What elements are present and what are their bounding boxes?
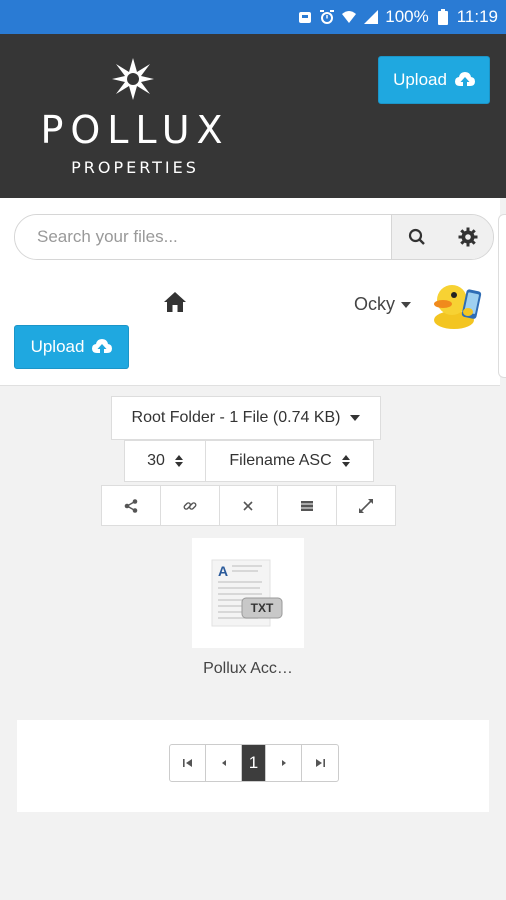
- sort-value: Filename ASC: [229, 452, 332, 469]
- toolbar-panel: Ocky Upload: [0, 198, 500, 386]
- first-page-icon: [182, 759, 192, 767]
- file-thumbnail[interactable]: A TXT: [192, 538, 304, 648]
- sort-arrows-icon: [341, 455, 350, 467]
- link-button[interactable]: [161, 486, 220, 525]
- upload-label: Upload: [30, 337, 85, 356]
- search-input[interactable]: [15, 215, 391, 259]
- delete-button[interactable]: [220, 486, 279, 525]
- link-icon: [183, 501, 197, 510]
- pagination: 1: [169, 744, 339, 782]
- txt-file-icon: A: [211, 559, 283, 627]
- folder-select[interactable]: Root Folder - 1 File (0.74 KB): [111, 396, 381, 440]
- next-page-button[interactable]: [266, 745, 302, 781]
- chevron-down-icon: [401, 301, 412, 308]
- side-drawer-edge[interactable]: [498, 214, 506, 378]
- fullscreen-button[interactable]: [337, 486, 395, 525]
- user-name: Ocky: [354, 294, 396, 314]
- sort-arrows-icon: [174, 455, 183, 467]
- chevron-down-icon: [350, 415, 361, 421]
- clock: 11:19: [456, 7, 498, 26]
- last-page-button[interactable]: [302, 745, 338, 781]
- chevron-left-icon: [221, 760, 226, 766]
- close-icon: [243, 500, 254, 511]
- file-type-badge: TXT: [250, 601, 274, 615]
- share-icon: [124, 498, 138, 513]
- avatar[interactable]: [430, 282, 484, 330]
- alarm-icon: [319, 9, 335, 25]
- first-page-button[interactable]: [170, 745, 206, 781]
- list-view-button[interactable]: [278, 486, 338, 525]
- user-menu[interactable]: Ocky: [354, 294, 412, 315]
- search-icon[interactable]: [405, 225, 429, 249]
- notification-icon: [297, 9, 313, 25]
- expand-icon: [359, 498, 374, 513]
- prev-page-button[interactable]: [206, 745, 242, 781]
- header-upload-button[interactable]: Upload: [378, 56, 490, 104]
- chevron-right-icon: [281, 760, 286, 766]
- pagination-panel: 1: [17, 720, 489, 812]
- battery-percent: 100%: [385, 7, 429, 26]
- home-icon[interactable]: [163, 290, 187, 314]
- share-button[interactable]: [102, 486, 161, 525]
- signal-icon: [363, 9, 379, 25]
- file-action-toolbar: [101, 485, 396, 526]
- search-bar: [14, 214, 494, 260]
- toolbar-upload-button[interactable]: Upload: [14, 325, 129, 369]
- gear-icon[interactable]: [456, 225, 480, 249]
- battery-icon: [435, 9, 451, 25]
- logo-name: POLLUX: [40, 108, 230, 152]
- upload-label: Upload: [393, 70, 447, 89]
- app-header: POLLUX PROPERTIES Upload: [0, 34, 506, 198]
- sort-select[interactable]: Filename ASC: [205, 440, 374, 482]
- star-logo-icon: [112, 58, 154, 100]
- svg-text:A: A: [218, 563, 228, 579]
- pollux-logo[interactable]: POLLUX PROPERTIES: [30, 58, 240, 178]
- list-icon: [301, 500, 314, 511]
- status-bar: 100% 11:19: [0, 0, 506, 34]
- search-actions: [391, 215, 493, 259]
- per-page-value: 30: [147, 452, 165, 469]
- per-page-select[interactable]: 30: [124, 440, 206, 482]
- cloud-upload-icon: [92, 339, 113, 353]
- last-page-icon: [316, 759, 325, 767]
- wifi-icon: [341, 9, 357, 25]
- folder-label: Root Folder - 1 File (0.74 KB): [131, 409, 341, 426]
- current-page[interactable]: 1: [242, 745, 266, 781]
- file-name[interactable]: Pollux Acc…: [180, 660, 316, 678]
- cloud-upload-icon: [454, 72, 475, 86]
- logo-subtitle: PROPERTIES: [71, 158, 199, 177]
